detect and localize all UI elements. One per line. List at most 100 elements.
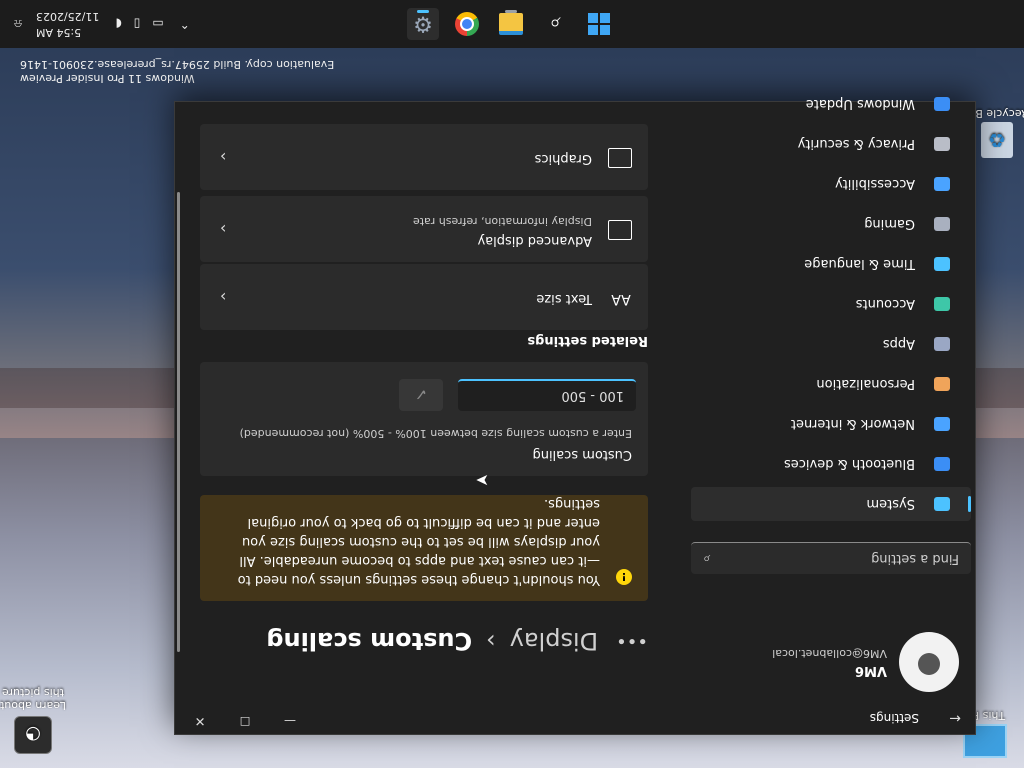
- related-item-title: Advanced display: [477, 233, 592, 248]
- sidebar-item-privacy-security[interactable]: Privacy & security: [691, 127, 971, 161]
- taskbar: ⌕ ⚙ ⌃ ▭ ▯ ◖ 5:54 AM 11/25/2023 ⍾: [0, 0, 1024, 48]
- network-icon: [927, 414, 957, 434]
- settings-window: ← Settings — ☐ ✕ VM6 VM6@collabnet.local…: [174, 97, 976, 735]
- search-box[interactable]: Find a setting ⌕: [691, 542, 971, 574]
- bluetooth-icon: [927, 454, 957, 474]
- related-settings-heading: Related settings: [527, 333, 648, 348]
- related-text-size-row[interactable]: AA Text size ›: [200, 264, 648, 330]
- maximize-button[interactable]: ☐: [225, 714, 265, 728]
- scrollbar[interactable]: [177, 192, 180, 652]
- sidebar-item-accessibility[interactable]: Accessibility: [691, 167, 971, 201]
- sidebar-item-label: Accounts: [855, 296, 915, 312]
- shield-icon: [927, 134, 957, 154]
- text-size-icon: AA: [611, 291, 631, 307]
- update-icon: [927, 94, 957, 114]
- sidebar-item-personalization[interactable]: Personalization: [691, 367, 971, 401]
- search-icon: ⌕: [549, 12, 561, 36]
- breadcrumb-more[interactable]: •••: [616, 631, 648, 652]
- related-item-title: Graphics: [534, 151, 592, 166]
- mouse-cursor-icon: ➤: [475, 471, 489, 490]
- user-email: VM6@collabnet.local: [772, 647, 887, 660]
- apps-icon: [927, 334, 957, 354]
- chevron-right-icon: ›: [220, 147, 227, 167]
- custom-scaling-description: Enter a custom scaling size between 100%…: [239, 427, 632, 440]
- scaling-input[interactable]: 100 - 500: [458, 379, 636, 411]
- learn-picture-label: Learn about this picture: [0, 686, 66, 712]
- apply-scaling-button[interactable]: ✓: [399, 379, 443, 411]
- sidebar-item-gaming[interactable]: Gaming: [691, 207, 971, 241]
- clock[interactable]: 5:54 AM 11/25/2023: [36, 8, 99, 40]
- desktop-icon-learn-picture[interactable]: ◔ Learn about this picture: [0, 686, 68, 754]
- content-pane: ••• Display › Custom scaling ! You shoul…: [175, 102, 675, 702]
- related-item-subtitle: Display information, refresh rate: [412, 215, 592, 228]
- related-graphics-row[interactable]: Graphics ›: [200, 124, 648, 190]
- warning-text: You shouldn't change these settings unle…: [237, 496, 600, 587]
- monitor-icon: [608, 220, 632, 240]
- avatar[interactable]: [899, 632, 959, 692]
- sidebar-item-accounts[interactable]: Accounts: [691, 287, 971, 321]
- graphics-icon: [608, 148, 632, 168]
- sidebar-item-label: Bluetooth & devices: [784, 456, 915, 472]
- scaling-input-placeholder: 100 - 500: [561, 388, 624, 404]
- gear-icon: ⚙: [413, 11, 433, 37]
- chevron-right-icon: ›: [220, 219, 227, 239]
- taskbar-chrome[interactable]: [451, 8, 483, 40]
- taskbar-settings[interactable]: ⚙: [407, 8, 439, 40]
- related-item-title: Text size: [536, 291, 592, 306]
- rotated-screen: This PC ♻ Recycle Bin ◔ Learn about this…: [0, 0, 1024, 768]
- back-arrow-icon[interactable]: ←: [949, 710, 961, 726]
- user-icon: [918, 653, 940, 675]
- sidebar-item-network-internet[interactable]: Network & internet: [691, 407, 971, 441]
- minimize-button[interactable]: —: [270, 714, 310, 728]
- page-title: Custom scaling: [266, 627, 473, 655]
- sidebar-item-label: Privacy & security: [797, 136, 915, 152]
- search-input[interactable]: Find a setting: [871, 551, 959, 566]
- screen: This PC ♻ Recycle Bin ◔ Learn about this…: [0, 0, 1024, 768]
- network-icon[interactable]: ▭: [152, 17, 163, 31]
- sidebar-item-label: Apps: [882, 336, 915, 352]
- system-tray: ⌃ ▭ ▯ ◖ 5:54 AM 11/25/2023 ⍾: [14, 0, 244, 48]
- warning-card: ! You shouldn't change these settings un…: [200, 495, 648, 601]
- globe-clock-icon: [927, 254, 957, 274]
- chevron-up-icon[interactable]: ⌃: [180, 17, 190, 31]
- gamepad-icon: [927, 214, 957, 234]
- sidebar-item-label: Network & internet: [790, 416, 915, 432]
- selection-indicator: [968, 496, 971, 512]
- system-icon: [927, 494, 957, 514]
- sidebar-item-label: Windows Update: [805, 96, 915, 112]
- taskbar-file-explorer[interactable]: [495, 8, 527, 40]
- navigation-pane: VM6 VM6@collabnet.local Find a setting ⌕…: [675, 97, 975, 702]
- sidebar-item-label: Gaming: [864, 216, 915, 232]
- recycle-bin-icon: ♻: [981, 122, 1013, 158]
- window-title: Settings: [869, 711, 919, 725]
- watermark: Windows 11 Pro Insider Preview Evaluatio…: [20, 57, 334, 85]
- start-button[interactable]: [583, 8, 615, 40]
- breadcrumb-separator: ›: [486, 627, 496, 655]
- custom-scaling-card: Custom scaling Enter a custom scaling si…: [200, 362, 648, 490]
- checkmark-icon: ✓: [414, 385, 428, 405]
- taskbar-search-button[interactable]: ⌕: [539, 8, 571, 40]
- watermark-line-2: Evaluation copy. Build 25947.rs_prerelea…: [20, 58, 335, 71]
- volume-icon[interactable]: ◖: [115, 17, 121, 31]
- sidebar-item-system[interactable]: System: [691, 487, 971, 521]
- breadcrumb-display[interactable]: Display: [510, 627, 598, 655]
- sidebar-item-label: Time & language: [804, 256, 915, 272]
- search-icon: ⌕: [703, 551, 711, 566]
- title-bar: ← Settings — ☐ ✕: [175, 702, 975, 734]
- chevron-right-icon: ›: [220, 287, 227, 307]
- notification-bell-icon[interactable]: ⍾: [14, 17, 22, 32]
- clock-time: 5:54 AM: [35, 26, 82, 39]
- warning-icon: !: [616, 569, 632, 585]
- sidebar-item-windows-update[interactable]: Windows Update: [691, 87, 971, 121]
- sidebar-item-label: Accessibility: [835, 176, 915, 192]
- sidebar-item-time-language[interactable]: Time & language: [691, 247, 971, 281]
- sidebar-item-label: System: [866, 496, 915, 512]
- sidebar-item-apps[interactable]: Apps: [691, 327, 971, 361]
- sidebar-item-bluetooth-devices[interactable]: Bluetooth & devices: [691, 447, 971, 481]
- related-advanced-display-row[interactable]: Advanced display Display information, ref…: [200, 196, 648, 262]
- folder-icon: [499, 13, 523, 35]
- camera-icon: ◔: [14, 716, 52, 754]
- battery-icon[interactable]: ▯: [134, 17, 141, 31]
- close-button[interactable]: ✕: [180, 713, 220, 728]
- active-indicator: [417, 10, 429, 13]
